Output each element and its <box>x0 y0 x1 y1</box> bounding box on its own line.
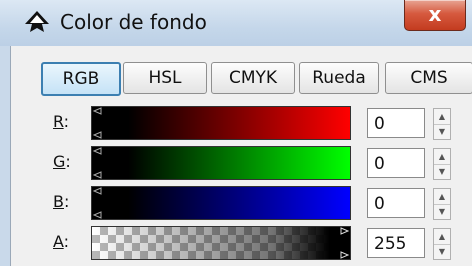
label-b: B: <box>53 192 70 211</box>
spin-down-icon: ▼ <box>438 207 446 216</box>
input-b[interactable]: 0 <box>367 188 425 218</box>
tab-cmyk[interactable]: CMYK <box>211 62 295 94</box>
slider-g[interactable] <box>91 146 351 180</box>
spin-down-icon: ▼ <box>438 247 446 256</box>
input-g[interactable]: 0 <box>367 148 425 178</box>
label-g: G: <box>53 152 71 171</box>
input-r[interactable]: 0 <box>367 108 425 138</box>
spin-r[interactable]: ▲ ▼ <box>433 108 451 140</box>
title-bar: Color de fondo x <box>0 0 472 46</box>
tab-rgb[interactable]: RGB <box>41 62 121 96</box>
window-title: Color de fondo <box>60 10 207 34</box>
slider-handle-r[interactable] <box>92 107 104 139</box>
inkscape-logo-icon <box>25 11 49 32</box>
spin-up-icon: ▲ <box>434 109 450 125</box>
close-icon: x <box>428 2 442 26</box>
close-button[interactable]: x <box>404 0 466 31</box>
label-r: R: <box>53 112 70 131</box>
spin-down-icon: ▼ <box>438 167 446 176</box>
dialog-body: RGB HSL CMYK Rueda CMS R: 0 ▲ ▼ G: 0 ▲ ▼ B… <box>10 46 472 266</box>
spin-a[interactable]: ▲ ▼ <box>433 228 451 260</box>
slider-a[interactable] <box>91 226 351 260</box>
tab-hsl[interactable]: HSL <box>123 62 207 94</box>
spin-g[interactable]: ▲ ▼ <box>433 148 451 180</box>
spin-up-icon: ▲ <box>434 149 450 165</box>
slider-r[interactable] <box>91 106 351 140</box>
tab-rueda[interactable]: Rueda <box>299 62 379 94</box>
spin-down-icon: ▼ <box>438 127 446 136</box>
spin-up-icon: ▲ <box>434 189 450 205</box>
slider-handle-g[interactable] <box>92 147 104 179</box>
slider-handle-a[interactable] <box>338 227 350 259</box>
slider-handle-b[interactable] <box>92 187 104 219</box>
spin-b[interactable]: ▲ ▼ <box>433 188 451 220</box>
slider-b[interactable] <box>91 186 351 220</box>
spin-up-icon: ▲ <box>434 229 450 245</box>
tab-cms[interactable]: CMS <box>385 62 472 94</box>
input-a[interactable]: 255 <box>367 228 425 258</box>
label-a: A: <box>53 232 70 251</box>
